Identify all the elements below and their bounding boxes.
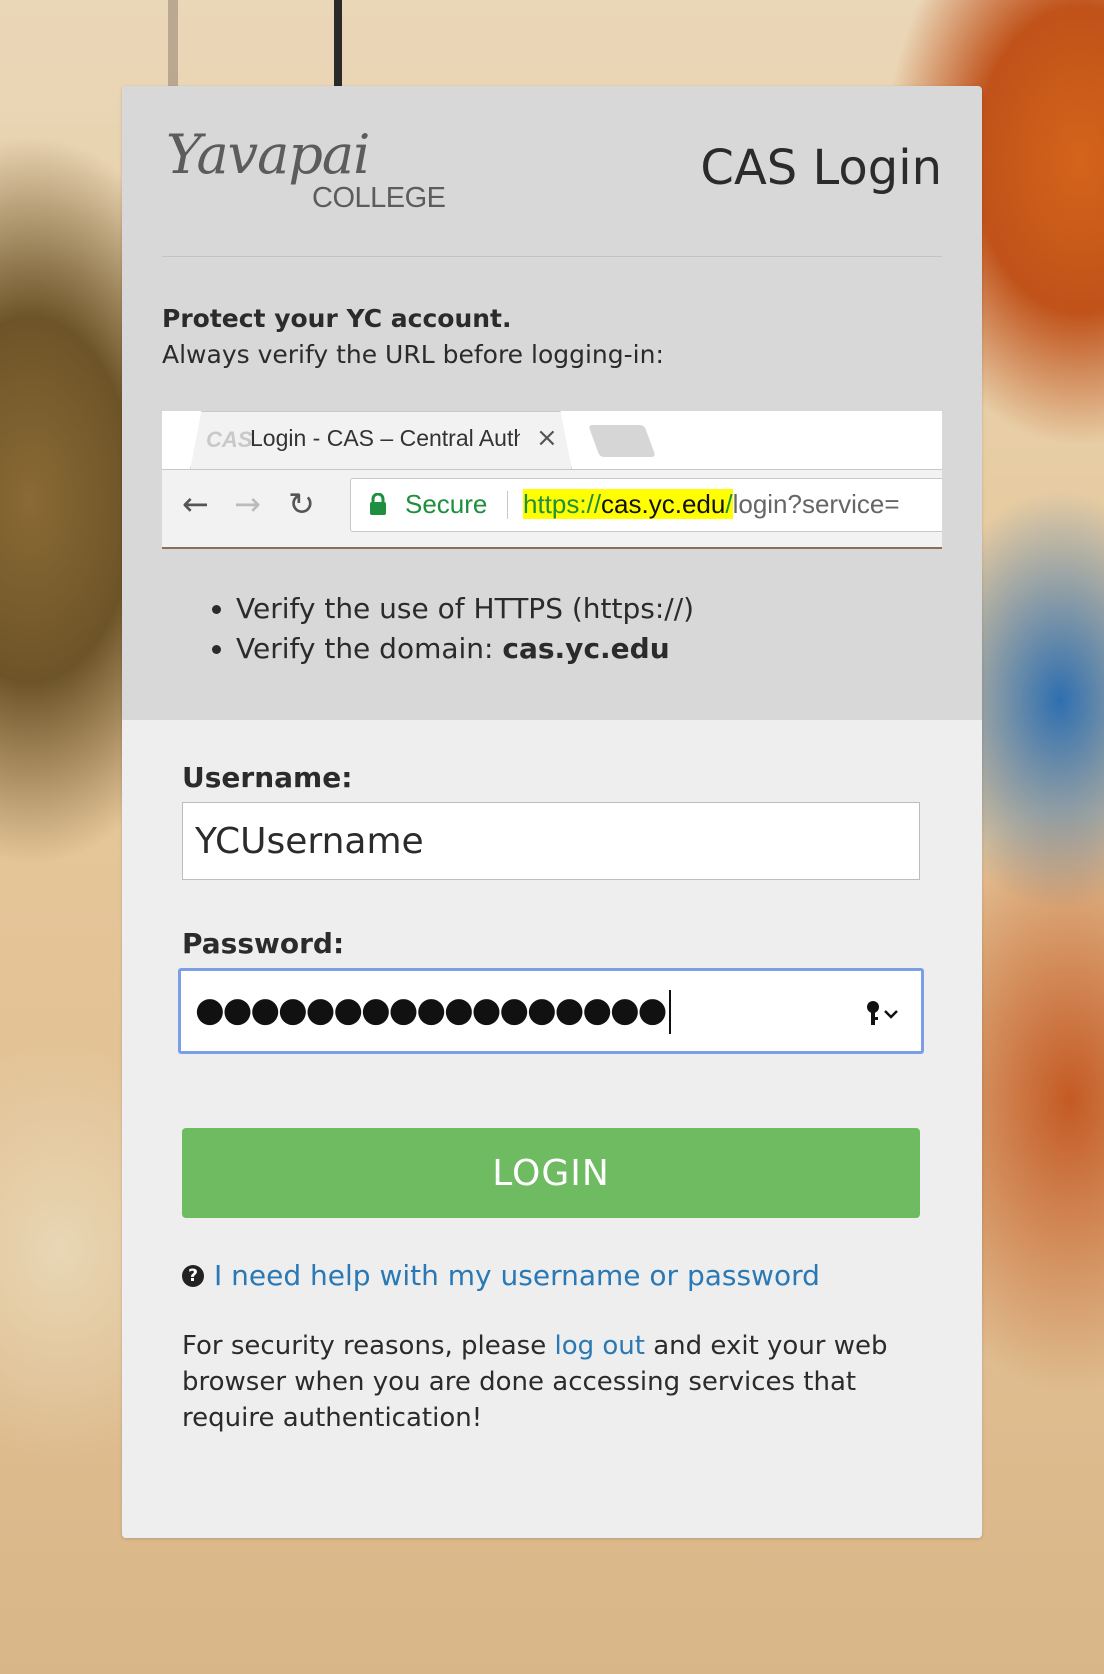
security-message: For security reasons, please log out and… [182, 1328, 920, 1436]
browser-url-example-image: CAS Login - CAS – Central Authentication… [162, 411, 942, 549]
security-notice: Protect your YC account. Always verify t… [162, 301, 942, 373]
close-icon: × [536, 423, 558, 453]
login-button[interactable]: LOGIN [182, 1128, 920, 1218]
help-link[interactable]: I need help with my username or password [214, 1256, 820, 1296]
page-title: CAS Login [700, 140, 942, 196]
text-cursor [669, 989, 672, 1034]
security-text-before: For security reasons, please [182, 1331, 555, 1361]
url-text: https://cas.yc.edu/login?service= [523, 489, 900, 520]
notice-subheading: Always verify the URL before logging-in: [162, 340, 664, 369]
help-row: ? I need help with my username or passwo… [182, 1256, 922, 1296]
forward-arrow-icon: → [234, 485, 261, 523]
background-decoration [334, 0, 342, 90]
username-label: Username: [182, 761, 353, 794]
password-manager-key-icon[interactable] [863, 999, 903, 1027]
url-scheme: https:// [523, 489, 602, 519]
yavapai-college-logo: Yavapai COLLEGE [166, 128, 456, 228]
cas-favicon-icon: CAS [206, 427, 253, 452]
list-item: Verify the use of HTTPS (https://) [236, 589, 942, 629]
logo-wordmark: Yavapai [166, 123, 370, 186]
browser-address-bar: Secure https://cas.yc.edu/login?service= [350, 478, 942, 532]
verify-domain-value: cas.yc.edu [502, 632, 670, 665]
logout-link[interactable]: log out [554, 1331, 644, 1361]
address-divider [507, 491, 508, 519]
url-slash: / [725, 489, 733, 519]
username-input[interactable] [182, 802, 920, 880]
browser-tab-title: Login - CAS – Central Authentication Ser… [250, 425, 520, 451]
verify-domain-prefix: Verify the domain: [236, 632, 503, 665]
login-card: Yavapai COLLEGE CAS Login Protect your Y… [122, 86, 982, 1538]
lock-icon [370, 493, 386, 515]
list-item: Verify the domain: cas.yc.edu [236, 629, 942, 669]
password-input[interactable]: ●●●●●●●●●●●●●●●●● [178, 968, 924, 1054]
back-arrow-icon: ← [182, 485, 209, 523]
url-host: cas.yc.edu [601, 489, 726, 519]
secure-label: Secure [405, 489, 488, 519]
login-form: Username: Password: ●●●●●●●●●●●●●●●●● LO… [122, 720, 982, 1538]
reload-icon: ↻ [288, 485, 315, 523]
login-header-panel: Yavapai COLLEGE CAS Login Protect your Y… [122, 86, 982, 720]
password-mask: ●●●●●●●●●●●●●●●●● [195, 990, 667, 1030]
logo-subtitle: COLLEGE [312, 182, 446, 214]
password-value: ●●●●●●●●●●●●●●●●● [195, 985, 672, 1035]
header: Yavapai COLLEGE CAS Login [162, 86, 942, 257]
browser-toolbar: ← → ↻ Secure https://cas.yc.edu/login?se… [162, 469, 942, 547]
notice-heading: Protect your YC account. [162, 304, 512, 333]
question-circle-icon: ? [182, 1265, 204, 1287]
url-path: login?service= [732, 489, 900, 519]
verify-list: Verify the use of HTTPS (https://) Verif… [162, 589, 942, 669]
background-decoration [168, 0, 178, 90]
password-label: Password: [182, 927, 345, 960]
new-tab-icon [588, 425, 656, 457]
verify-https-text: Verify the use of HTTPS (https://) [236, 592, 695, 625]
